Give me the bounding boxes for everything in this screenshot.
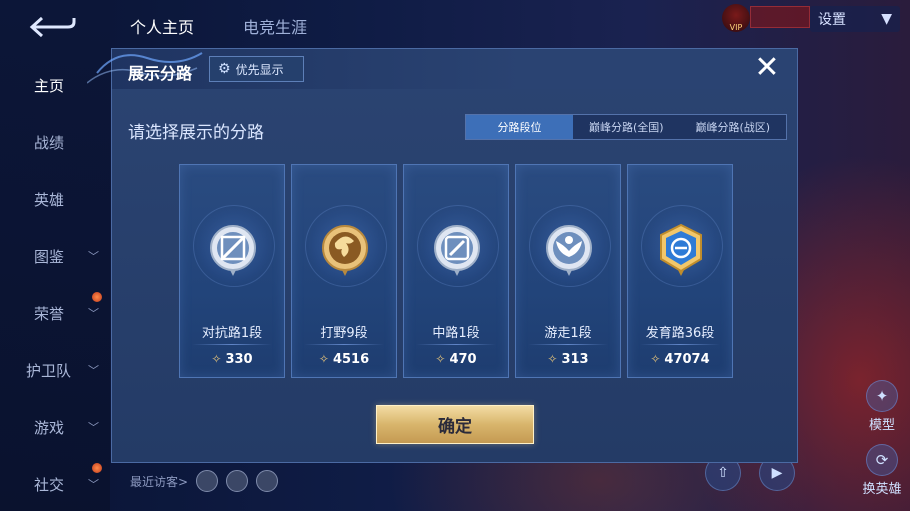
- sidebar-item-label: 主页: [34, 76, 65, 95]
- power-icon: ✧: [318, 352, 329, 366]
- tab-profile[interactable]: 个人主页: [130, 14, 194, 38]
- chevron-down-icon: ﹀: [88, 364, 99, 377]
- gear-icon: ⚙: [218, 61, 231, 77]
- lane-card-roam[interactable]: 游走1段 ✧ 313: [515, 164, 621, 378]
- change-hero-button[interactable]: ⟳ 换英雄: [856, 444, 908, 497]
- divider: [304, 344, 384, 345]
- lane-score: ✧ 313: [516, 352, 620, 367]
- back-arrow-icon[interactable]: [28, 14, 76, 40]
- chevron-down-icon: ﹀: [88, 478, 99, 491]
- segment-lane-rank[interactable]: 分路段位: [466, 115, 573, 139]
- mid-lane-badge-icon: [434, 225, 480, 276]
- sidebar-item-handbook[interactable]: 图鉴 ﹀: [0, 241, 110, 271]
- lane-score: ✧ 4516: [292, 352, 396, 367]
- sidebar-item-label: 图鉴: [34, 247, 65, 266]
- recent-visitors[interactable]: 最近访客>: [130, 470, 279, 492]
- power-icon: ✧: [547, 352, 558, 366]
- sidebar-item-label: 游戏: [34, 418, 65, 437]
- divider: [528, 344, 608, 345]
- lane-score-value: 47074: [664, 352, 710, 367]
- swap-hero-icon: ⟳: [866, 444, 898, 476]
- vip-icon[interactable]: VIP: [722, 4, 750, 32]
- farm-lane-badge-icon: [660, 223, 702, 276]
- segment-peak-national[interactable]: 巅峰分路(全国): [573, 115, 680, 139]
- lane-name: 对抗路1段: [201, 326, 263, 341]
- dialog-title: 展示分路: [128, 64, 193, 83]
- chevron-down-icon: ﹀: [88, 421, 99, 434]
- lane-name: 中路1段: [432, 326, 480, 341]
- power-icon: ✧: [211, 352, 222, 366]
- figure-icon: ✦: [866, 380, 898, 412]
- priority-display-button[interactable]: ⚙ 优先显示: [209, 56, 304, 82]
- lane-score-value: 330: [225, 352, 253, 367]
- priority-label: 优先显示: [235, 62, 284, 77]
- notification-dot-icon: [92, 292, 102, 302]
- tab-esports-career[interactable]: 电竞生涯: [243, 14, 307, 38]
- lane-card-clash[interactable]: 对抗路1段 ✧ 330: [179, 164, 285, 378]
- roam-wings-badge-icon: [546, 225, 592, 276]
- lane-name: 游走1段: [544, 326, 592, 341]
- divider: [640, 344, 720, 345]
- power-icon: ✧: [435, 352, 446, 366]
- notification-dot-icon: [92, 463, 102, 473]
- model-label: 模型: [868, 418, 895, 433]
- lane-score-value: 470: [449, 352, 477, 367]
- sidebar-item-honor[interactable]: 荣誉 ﹀: [0, 292, 110, 328]
- lane-type-segmented-control: 分路段位 巅峰分路(全国) 巅峰分路(战区): [465, 114, 787, 140]
- lane-score: ✧ 47074: [628, 352, 732, 367]
- visitors-label: 最近访客>: [130, 474, 189, 489]
- chevron-down-icon: ﹀: [88, 307, 99, 320]
- divider: [416, 344, 496, 345]
- model-button[interactable]: ✦ 模型: [860, 380, 904, 433]
- power-icon: ✧: [650, 352, 661, 366]
- caret-down-icon: ▼: [881, 11, 892, 27]
- lane-score-value: 313: [561, 352, 589, 367]
- settings-label: 设置: [818, 12, 846, 28]
- avatar[interactable]: [196, 470, 219, 492]
- lane-score: ✧ 330: [180, 352, 284, 367]
- sidebar-item-games[interactable]: 游戏 ﹀: [0, 412, 110, 442]
- change-hero-label: 换英雄: [862, 482, 902, 497]
- jungle-dragon-badge-icon: [322, 225, 368, 276]
- lane-name: 打野9段: [320, 326, 368, 341]
- sidebar-item-social[interactable]: 社交 ﹀: [0, 463, 110, 499]
- lane-card-farm[interactable]: 发育路36段 ✧ 47074: [627, 164, 733, 378]
- close-icon[interactable]: ✕: [753, 53, 781, 83]
- sidebar-item-record[interactable]: 战绩: [0, 127, 110, 157]
- clash-lane-badge-icon: [210, 225, 256, 276]
- settings-button[interactable]: 设置 ▼: [810, 6, 900, 32]
- sidebar-item-guard[interactable]: 护卫队 ﹀: [0, 355, 110, 385]
- chevron-down-icon: ﹀: [88, 250, 99, 263]
- vip-tag: [750, 6, 810, 28]
- lane-name: 发育路36段: [645, 326, 715, 341]
- sidebar-item-label: 护卫队: [26, 361, 72, 380]
- sidebar-item-label: 社交: [34, 475, 65, 494]
- lane-score: ✧ 470: [404, 352, 508, 367]
- sidebar-item-label: 英雄: [34, 190, 65, 209]
- avatar[interactable]: [226, 470, 249, 492]
- dialog-subtitle: 请选择展示的分路: [128, 123, 264, 143]
- lane-card-mid[interactable]: 中路1段 ✧ 470: [403, 164, 509, 378]
- sidebar-item-label: 荣誉: [34, 304, 65, 323]
- avatar[interactable]: [256, 470, 279, 492]
- vip-label: VIP: [729, 23, 743, 32]
- sidebar-item-heroes[interactable]: 英雄: [0, 184, 110, 214]
- divider: [192, 344, 272, 345]
- segment-peak-region[interactable]: 巅峰分路(战区): [680, 115, 787, 139]
- confirm-button[interactable]: 确定: [376, 405, 534, 444]
- lane-score-value: 4516: [332, 352, 370, 367]
- sidebar-item-label: 战绩: [34, 133, 65, 152]
- lane-card-jungle[interactable]: 打野9段 ✧ 4516: [291, 164, 397, 378]
- display-lane-dialog: 展示分路 ⚙ 优先显示 ✕ 请选择展示的分路 分路段位 巅峰分路(全国) 巅峰分…: [87, 48, 798, 463]
